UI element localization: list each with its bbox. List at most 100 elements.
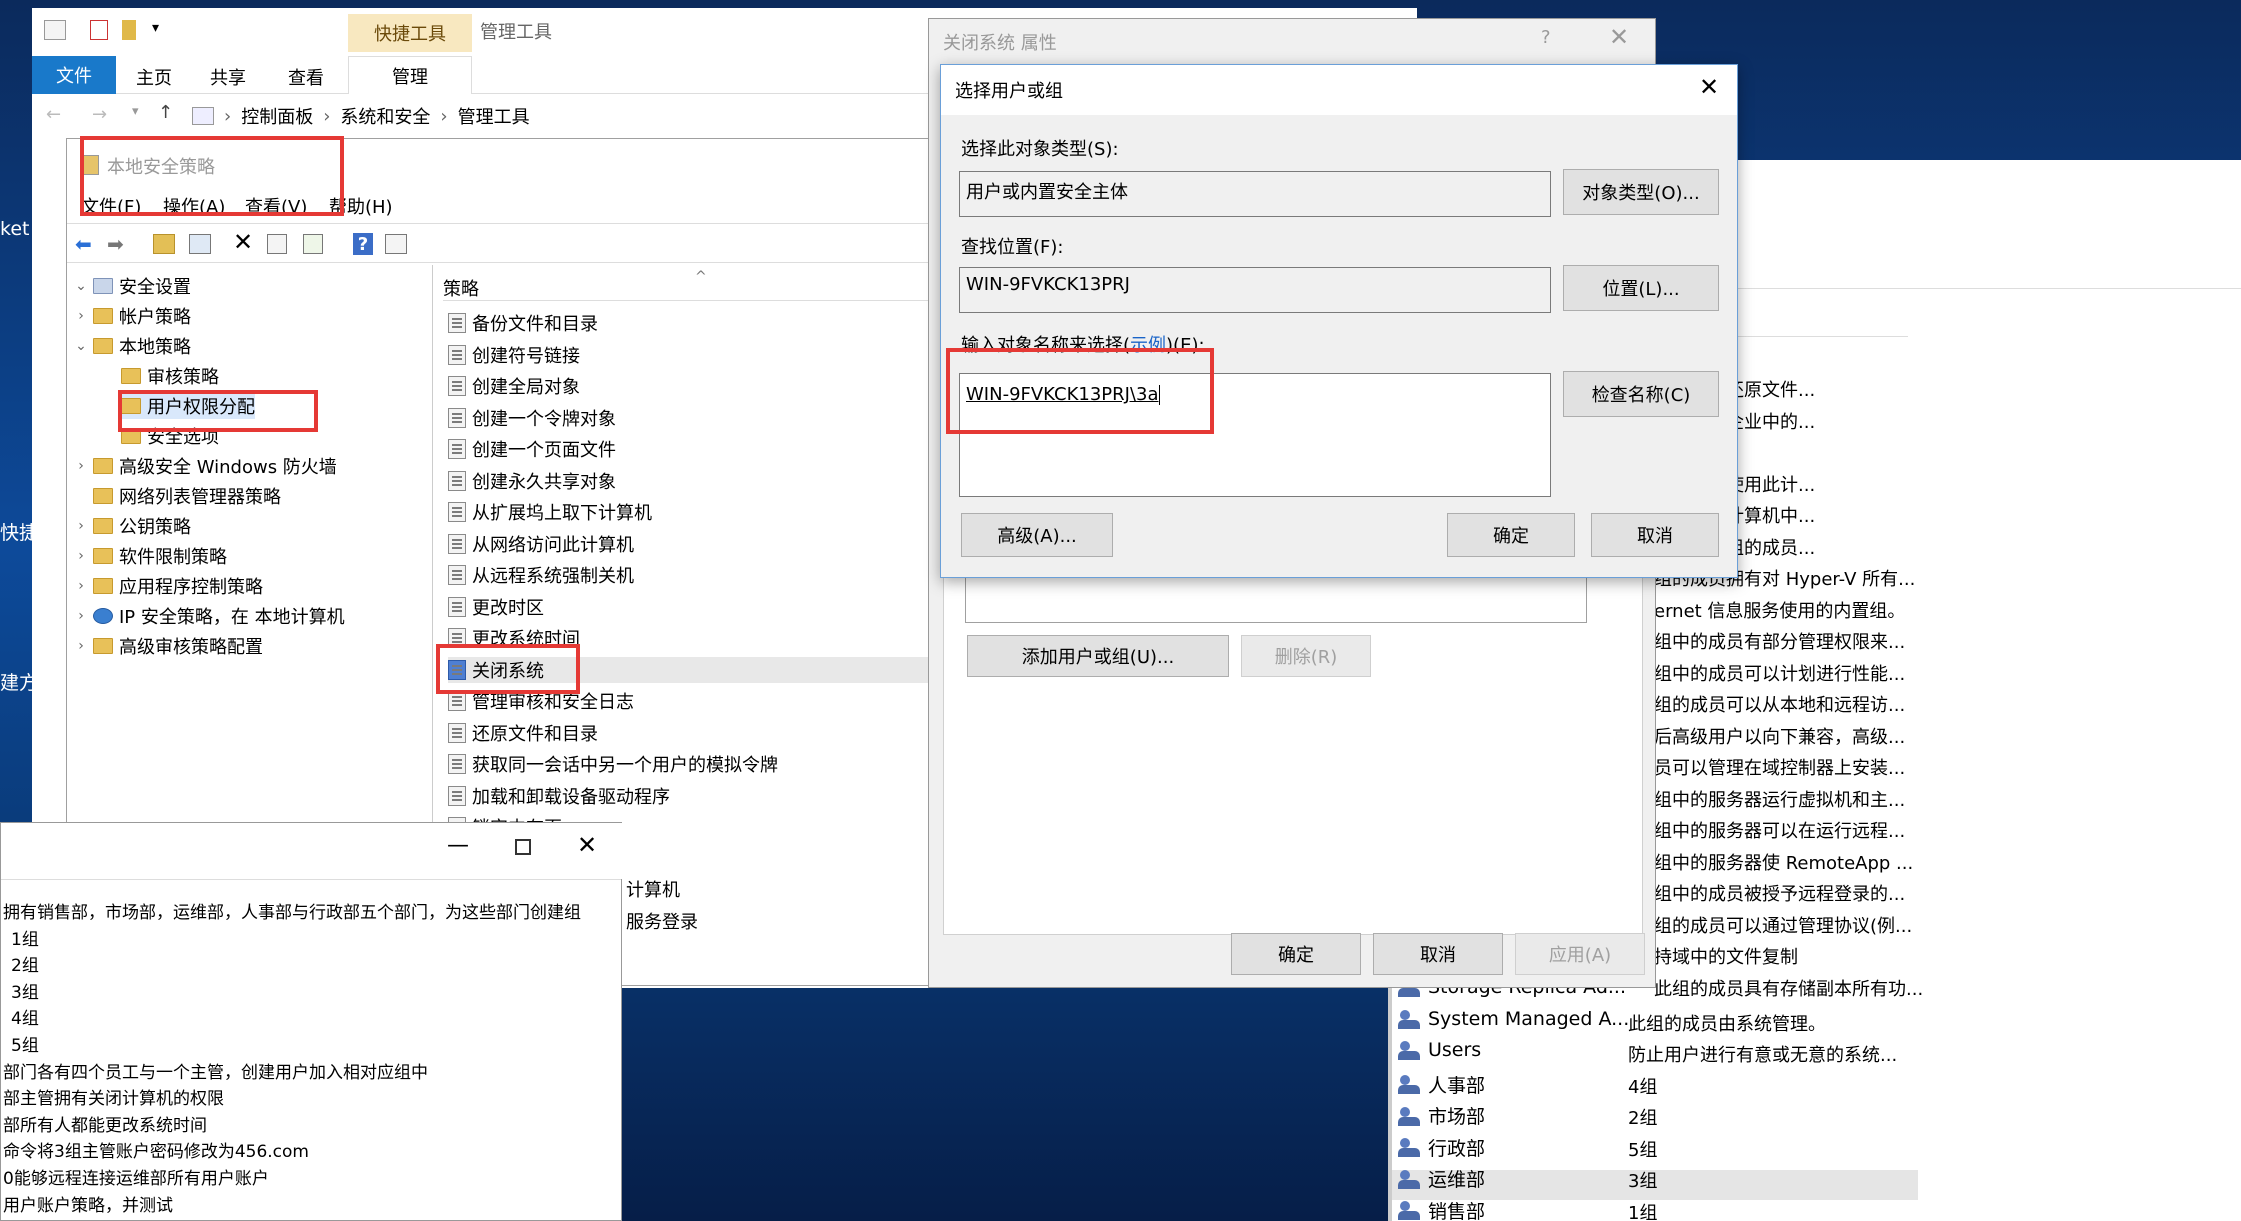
policy-row[interactable]: 创建全局对象	[448, 373, 580, 399]
tree-label: 软件限制策略	[119, 547, 227, 568]
notepad-text[interactable]: 拥有销售部，市场部，运维部，人事部与行政部五个部门，为这些部门创建组 1组 2组 3组…	[1, 879, 621, 1220]
properties-icon[interactable]	[90, 20, 108, 40]
chevron-right-icon[interactable]: ›	[73, 308, 89, 324]
policy-icon	[448, 785, 466, 806]
new-folder-icon[interactable]	[122, 20, 136, 40]
group-row[interactable]: Users	[1398, 1039, 1481, 1061]
tree-item-ipsec[interactable]: › IP 安全策略，在 本地计算机	[73, 603, 344, 629]
chevron-down-icon[interactable]: ⌄	[73, 278, 89, 294]
group-name: 运维部	[1428, 1169, 1486, 1191]
groups-scrollbar[interactable]	[1388, 984, 1392, 1221]
policy-row[interactable]: 从远程系统强制关机	[448, 562, 634, 588]
object-types-button[interactable]: 对象类型(O)...	[1563, 169, 1719, 215]
back-icon[interactable]: ⬅	[75, 232, 92, 256]
policy-row[interactable]: 创建符号链接	[448, 342, 580, 368]
policy-row[interactable]: 从扩展坞上取下计算机	[448, 499, 652, 525]
show-hide-tree-icon[interactable]	[189, 234, 211, 254]
properties-icon[interactable]	[267, 234, 287, 254]
policy-row[interactable]: 加载和卸载设备驱动程序	[448, 783, 670, 809]
policy-row[interactable]: 备份文件和目录	[448, 310, 598, 336]
breadcrumb-item[interactable]: 系统和安全	[340, 103, 430, 129]
maximize-icon[interactable]	[515, 839, 531, 855]
tab-home[interactable]: 主页	[136, 64, 172, 90]
policy-label: 创建全局对象	[472, 377, 580, 398]
close-icon[interactable]: ✕	[1609, 23, 1629, 51]
chevron-right-icon[interactable]: ›	[73, 578, 89, 594]
back-icon[interactable]: ←	[46, 104, 61, 125]
cancel-button[interactable]: 取消	[1591, 513, 1719, 557]
tab-manage[interactable]: 管理	[348, 56, 472, 94]
policy-column-header[interactable]: 策略 ^	[443, 269, 947, 301]
group-row[interactable]: System Managed A...	[1398, 1008, 1629, 1030]
tree-item-public-key[interactable]: › 公钥策略	[73, 513, 191, 539]
policy-row[interactable]: 创建永久共享对象	[448, 468, 616, 494]
recent-chevron-icon[interactable]: ▾	[132, 104, 139, 119]
highlight-box	[946, 348, 1214, 434]
tree-item-advanced-audit[interactable]: › 高级审核策略配置	[73, 633, 263, 659]
group-row[interactable]: 人事部	[1398, 1071, 1485, 1098]
chevron-right-icon[interactable]: ›	[73, 518, 89, 534]
folder-icon[interactable]	[44, 20, 66, 40]
apply-button[interactable]: 应用(A)	[1515, 933, 1645, 975]
ok-button[interactable]: 确定	[1447, 513, 1575, 557]
close-icon[interactable]: ✕	[1699, 73, 1719, 101]
locations-button[interactable]: 位置(L)...	[1563, 265, 1719, 311]
mmc-view-icon[interactable]	[385, 234, 407, 254]
group-description: 持域中的文件复制	[1654, 947, 1798, 968]
policy-row[interactable]: 创建一个令牌对象	[448, 405, 616, 431]
tree-label: 审核策略	[147, 367, 219, 388]
tree-item-security-settings[interactable]: ⌄ 安全设置	[73, 273, 191, 299]
chevron-down-icon[interactable]: ⌄	[73, 338, 89, 354]
policy-row[interactable]: 还原文件和目录	[448, 720, 598, 746]
group-row[interactable]: 市场部	[1398, 1102, 1485, 1129]
ribbon-context-tab[interactable]: 快捷工具	[348, 14, 472, 52]
notepad-line: 5组	[11, 1036, 39, 1056]
cancel-button[interactable]: 取消	[1373, 933, 1503, 975]
folder-icon	[93, 458, 113, 474]
tab-view[interactable]: 查看	[288, 64, 324, 90]
add-user-button[interactable]: 添加用户或组(U)...	[967, 635, 1229, 677]
forward-icon[interactable]: ➡	[107, 232, 124, 256]
chevron-right-icon[interactable]: ›	[73, 638, 89, 654]
breadcrumb-item[interactable]: 管理工具	[458, 103, 530, 129]
up-folder-icon[interactable]	[153, 234, 175, 254]
tree-item-software-restriction[interactable]: › 软件限制策略	[73, 543, 227, 569]
delete-icon[interactable]: ✕	[233, 228, 253, 256]
notepad-window: — ✕ 拥有销售部，市场部，运维部，人事部与行政部五个部门，为这些部门创建组 1组…	[0, 822, 623, 1221]
close-icon[interactable]: ✕	[577, 831, 597, 859]
group-row[interactable]: 销售部	[1398, 1197, 1485, 1221]
policy-label[interactable]: 服务登录	[626, 908, 698, 934]
breadcrumb-item[interactable]: 控制面板	[241, 103, 313, 129]
policy-row[interactable]: 更改时区	[448, 594, 544, 620]
group-row[interactable]: 运维部	[1398, 1165, 1485, 1192]
tree-item-local-policy[interactable]: ⌄ 本地策略	[73, 333, 191, 359]
ok-button[interactable]: 确定	[1231, 933, 1361, 975]
tree-item-firewall[interactable]: › 高级安全 Windows 防火墙	[73, 453, 337, 479]
tree-item-account-policy[interactable]: › 帐户策略	[73, 303, 191, 329]
minimize-icon[interactable]: —	[447, 833, 469, 858]
up-icon[interactable]: ↑	[158, 102, 173, 123]
policy-row[interactable]: 获取同一会话中另一个用户的模拟令牌	[448, 751, 778, 777]
export-list-icon[interactable]	[303, 234, 323, 254]
policy-row[interactable]: 创建一个页面文件	[448, 436, 616, 462]
tree-item-network-list[interactable]: 网络列表管理器策略	[93, 483, 281, 509]
customize-qat-icon[interactable]: ▾	[152, 20, 159, 36]
check-names-button[interactable]: 检查名称(C)	[1563, 371, 1719, 417]
policy-label[interactable]: 计算机	[626, 876, 680, 902]
tree-item-app-control[interactable]: › 应用程序控制策略	[73, 573, 263, 599]
group-row[interactable]: 行政部	[1398, 1134, 1485, 1161]
properties-title: 关闭系统 属性	[943, 33, 1057, 54]
chevron-right-icon[interactable]: ›	[73, 548, 89, 564]
chevron-right-icon[interactable]: ›	[73, 608, 89, 624]
group-description: 此组的成员具有存储副本所有功...	[1654, 978, 1924, 1000]
remove-button[interactable]: 删除(R)	[1241, 635, 1371, 677]
tree-item-audit-policy[interactable]: 审核策略	[121, 363, 219, 389]
policy-row[interactable]: 从网络访问此计算机	[448, 531, 634, 557]
help-icon[interactable]: ?	[353, 233, 373, 255]
advanced-button[interactable]: 高级(A)...	[961, 513, 1113, 557]
tab-file[interactable]: 文件	[32, 56, 116, 94]
forward-icon[interactable]: →	[92, 104, 107, 125]
tab-share[interactable]: 共享	[210, 64, 246, 90]
chevron-right-icon[interactable]: ›	[73, 458, 89, 474]
help-icon[interactable]: ?	[1541, 27, 1551, 48]
